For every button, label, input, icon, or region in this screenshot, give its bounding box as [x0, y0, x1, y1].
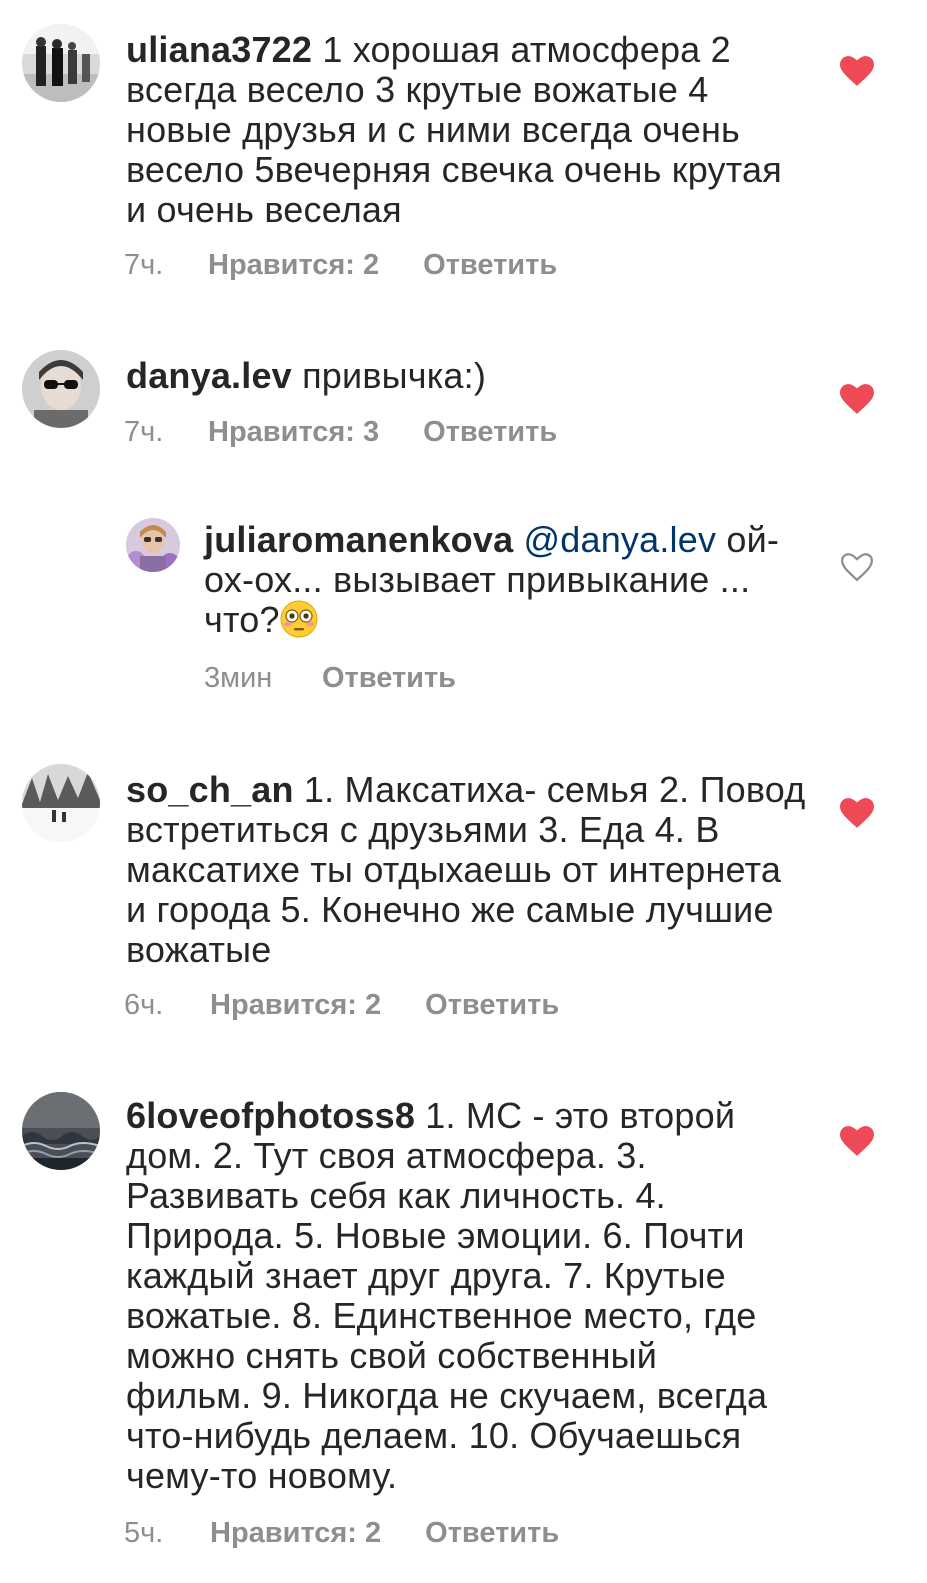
- comment-meta: 3мин Ответить: [204, 661, 456, 695]
- reply-button[interactable]: Ответить: [322, 661, 456, 695]
- like-button[interactable]: [840, 552, 874, 582]
- comment-line: вожатые: [126, 929, 272, 970]
- comment-line: привычка:): [291, 355, 487, 396]
- comment-time: 6ч.: [124, 989, 164, 1021]
- stormy-sea-photo-icon: [22, 1092, 100, 1170]
- reply-button[interactable]: Ответить: [425, 988, 559, 1022]
- comment-line: ох-ох... вызывает привыкание ...: [204, 559, 751, 600]
- reply-button[interactable]: Ответить: [425, 1516, 559, 1550]
- reply-button[interactable]: Ответить: [423, 248, 557, 282]
- comment-line: встретиться с друзьями 3. Еда 4. В: [126, 809, 720, 850]
- woman-flowers-photo-icon: [126, 518, 180, 572]
- heart-outline-icon: [840, 553, 874, 582]
- like-button[interactable]: [840, 56, 874, 86]
- comment-username[interactable]: uliana3722: [126, 29, 312, 70]
- comment-line: что?: [204, 599, 280, 640]
- comment-line: новые друзья и с ними всегда очень: [126, 109, 741, 150]
- comment-time: 7ч.: [124, 249, 164, 281]
- heart-filled-icon: [840, 384, 874, 414]
- comment-text: 6loveofphotoss8 1. МС - это второй дом. …: [126, 1096, 767, 1496]
- comment-time: 3мин: [204, 662, 273, 694]
- likes-count[interactable]: Нравится: 2: [210, 988, 381, 1022]
- comment-line: и очень веселая: [126, 189, 402, 230]
- likes-count[interactable]: Нравится: 2: [208, 248, 379, 282]
- comment-line: 1. Максатиха- семья 2. Повод: [293, 769, 806, 810]
- heart-filled-icon: [840, 56, 874, 86]
- comment-line: максатихе ты отдыхаешь от интернета: [126, 849, 782, 890]
- comment-meta: 5ч. Нравится: 2 Ответить: [124, 1516, 559, 1550]
- comment-meta: 7ч. Нравится: 2 Ответить: [124, 248, 557, 282]
- comment-meta: 6ч. Нравится: 2 Ответить: [124, 988, 559, 1022]
- comment-line: Развивать себя как личность. 4.: [126, 1175, 666, 1216]
- comment-time: 7ч.: [124, 416, 164, 448]
- comment-line: 1. МС - это второй: [415, 1095, 736, 1136]
- comment-username[interactable]: danya.lev: [126, 355, 292, 396]
- comment-text: so_ch_an 1. Максатиха- семья 2. Повод вс…: [126, 770, 805, 970]
- comment-line: чему-то новому.: [126, 1455, 398, 1496]
- comment-meta: 7ч. Нравится: 3 Ответить: [124, 415, 557, 449]
- heart-filled-icon: [840, 1126, 874, 1156]
- mention-link[interactable]: @danya.lev: [524, 519, 717, 560]
- comment-text: juliaromanenkova @danya.lev ой- ох-ох...…: [204, 520, 779, 640]
- comment-line: что-нибудь делаем. 10. Обучаешься: [126, 1415, 742, 1456]
- person-sunglasses-photo-icon: [22, 350, 100, 428]
- like-button[interactable]: [840, 1126, 874, 1156]
- avatar[interactable]: [126, 518, 180, 572]
- comment-line: и города 5. Конечно же самые лучшие: [126, 889, 774, 930]
- avatar[interactable]: [22, 24, 100, 102]
- heart-filled-icon: [840, 798, 874, 828]
- like-button[interactable]: [840, 384, 874, 414]
- comment-line: всегда весело 3 крутые вожатые 4: [126, 69, 709, 110]
- comment-line: 1 хорошая атмосфера 2: [312, 29, 731, 70]
- flushed-face-icon: [280, 600, 318, 638]
- avatar[interactable]: [22, 350, 100, 428]
- comment-time: 5ч.: [124, 1517, 164, 1549]
- comment-line: дом. 2. Тут своя атмосфера. 3.: [126, 1135, 647, 1176]
- comment-username[interactable]: juliaromanenkova: [204, 519, 513, 560]
- comment-text: uliana3722 1 хорошая атмосфера 2 всегда …: [126, 30, 782, 230]
- reply-button[interactable]: Ответить: [423, 415, 557, 449]
- comment-username[interactable]: 6loveofphotoss8: [126, 1095, 415, 1136]
- snow-park-photo-icon: [22, 764, 100, 842]
- comment-text: danya.lev привычка:): [126, 356, 486, 396]
- comment-line: ой-: [716, 519, 780, 560]
- avatar[interactable]: [22, 764, 100, 842]
- avatar[interactable]: [22, 1092, 100, 1170]
- people-street-photo-icon: [22, 24, 100, 102]
- comment-line: каждый знает друг друга. 7. Крутые: [126, 1255, 726, 1296]
- comment-username[interactable]: so_ch_an: [126, 769, 294, 810]
- comment-line: фильм. 9. Никогда не скучаем, всегда: [126, 1375, 768, 1416]
- comment-line: Природа. 5. Новые эмоции. 6. Почти: [126, 1215, 745, 1256]
- like-button[interactable]: [840, 798, 874, 828]
- comment-line: весело 5вечерняя свечка очень крутая: [126, 149, 782, 190]
- likes-count[interactable]: Нравится: 3: [208, 415, 379, 449]
- comment-line: можно снять свой собственный: [126, 1335, 658, 1376]
- comment-line: вожатые. 8. Единственное место, где: [126, 1295, 757, 1336]
- likes-count[interactable]: Нравится: 2: [210, 1516, 381, 1550]
